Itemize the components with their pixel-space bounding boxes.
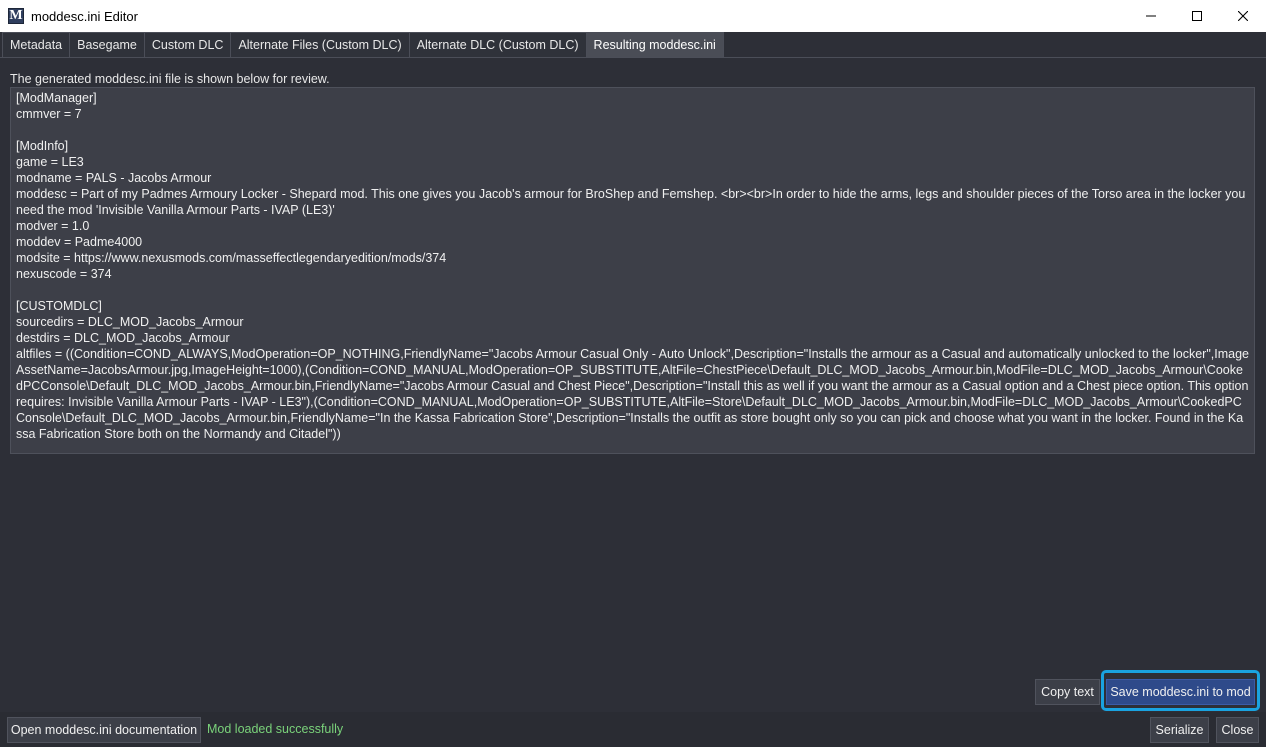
window-controls (1128, 0, 1266, 32)
status-message: Mod loaded successfully (207, 722, 344, 736)
moddesc-text-area[interactable]: [ModManager] cmmver = 7 [ModInfo] game =… (10, 87, 1255, 454)
app-icon: M (8, 8, 24, 24)
close-icon (1238, 11, 1248, 21)
tab-resulting-moddesc[interactable]: Resulting moddesc.ini (585, 32, 724, 57)
close-button[interactable]: Close (1216, 717, 1259, 743)
copy-text-button[interactable]: Copy text (1035, 679, 1100, 705)
window-title: moddesc.ini Editor (31, 8, 138, 24)
maximize-button[interactable] (1174, 0, 1220, 32)
tab-basegame[interactable]: Basegame (69, 32, 145, 57)
maximize-icon (1192, 11, 1202, 21)
close-window-button[interactable] (1220, 0, 1266, 32)
tab-alternate-dlc[interactable]: Alternate DLC (Custom DLC) (408, 32, 587, 57)
tab-custom-dlc[interactable]: Custom DLC (143, 32, 232, 57)
tab-metadata[interactable]: Metadata (2, 32, 71, 57)
tab-alternate-files[interactable]: Alternate Files (Custom DLC) (230, 32, 410, 57)
open-documentation-button[interactable]: Open moddesc.ini documentation (7, 717, 201, 743)
moddesc-content: [ModManager] cmmver = 7 [ModInfo] game =… (16, 91, 1249, 441)
editor-window: M moddesc.ini Editor Metadata Basegame C… (0, 0, 1266, 747)
minimize-button[interactable] (1128, 0, 1174, 32)
save-button-highlight (1101, 670, 1260, 711)
title-bar[interactable]: M moddesc.ini Editor (0, 0, 1266, 32)
page-description: The generated moddesc.ini file is shown … (10, 72, 330, 86)
minimize-icon (1146, 15, 1156, 17)
serialize-button[interactable]: Serialize (1150, 717, 1209, 743)
tab-strip: Metadata Basegame Custom DLC Alternate F… (0, 32, 1266, 58)
